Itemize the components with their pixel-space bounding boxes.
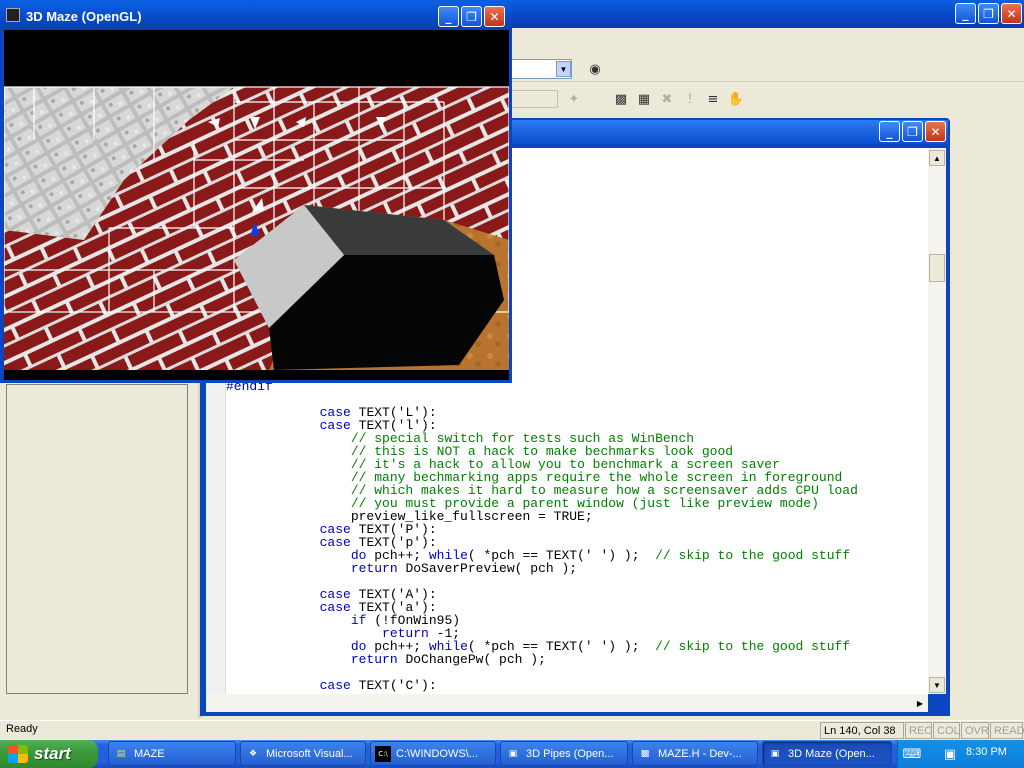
taskbar-item[interactable]: ❖ Microsoft Visual... [240,741,366,766]
editor-minimize-button[interactable]: _ [879,121,900,142]
stop-icon[interactable]: ✖ [657,89,677,109]
ide-disabled-combo [510,90,558,108]
compile-icon[interactable]: ▩ [611,89,631,109]
status-ovr: OVR [961,722,989,739]
editor-horizontal-scrollbar[interactable] [206,694,928,712]
code-token: DoSaverPreview( pch ); [397,561,578,576]
taskbar-item-label: MAZE [134,747,165,760]
taskbar-item-label: Microsoft Visual... [266,747,353,760]
workspace-tree[interactable] [6,384,188,694]
start-label: start [34,744,71,763]
taskbar-item-label: C:\WINDOWS\... [396,747,478,760]
ide-maximize-button[interactable]: ❐ [978,3,999,24]
maze-maximize-button[interactable]: ❐ [461,6,482,27]
command-prompt-icon: C:\ [375,745,391,762]
folder-icon: ▤ [116,748,126,759]
taskbar-item[interactable]: ▣ 3D Maze (Open... [762,741,892,766]
scroll-down-arrow-icon[interactable]: ▼ [929,677,945,693]
clock[interactable]: 8:30 PM [966,746,1007,758]
network-tray-icon[interactable]: ▣ [941,745,959,763]
ide-close-button[interactable]: ✕ [1001,3,1022,24]
dev-cpp-icon: ▩ [640,748,650,759]
start-button[interactable]: start [0,740,98,768]
taskbar-item-label: 3D Pipes (Open... [526,747,614,760]
status-position: Ln 140, Col 38 [820,722,904,739]
status-read: READ [990,722,1024,739]
combo-dropdown-arrow-icon[interactable]: ▼ [556,61,571,77]
code-line[interactable]: return DoChangePw( pch ); [226,653,546,666]
taskbar-item[interactable]: ▩ MAZE.H - Dev-... [632,741,758,766]
maze-app-icon[interactable] [6,8,20,22]
status-col: COL [933,722,960,739]
opengl-window-icon: ▣ [770,748,780,759]
windows-logo-icon [8,745,28,763]
scroll-up-arrow-icon[interactable]: ▲ [929,150,945,166]
code-line[interactable]: return DoSaverPreview( pch ); [226,562,577,575]
editor-close-button[interactable]: ✕ [925,121,946,142]
opengl-window-icon: ▣ [508,748,518,759]
keyboard-tray-icon[interactable]: ⌨ [903,745,922,763]
scroll-thumb[interactable] [929,254,945,282]
code-line[interactable]: case TEXT('C'): [226,679,437,692]
code-token: TEXT('C'): [350,678,437,693]
magic-wand-icon[interactable]: ✦ [564,89,584,109]
ide-minimize-button[interactable]: _ [955,3,976,24]
editor-vertical-scrollbar[interactable] [928,148,946,694]
taskbar-item[interactable]: ▤ MAZE [108,741,236,766]
scroll-right-arrow-icon[interactable]: ▶ [912,695,928,711]
taskbar-item[interactable]: ▣ 3D Pipes (Open... [500,741,628,766]
code-token: DoChangePw( pch ); [397,652,546,667]
taskbar-item-label: MAZE.H - Dev-... [658,747,742,760]
binoculars-icon[interactable]: ◉ [585,59,605,79]
maze-close-button[interactable]: ✕ [484,6,505,27]
code-comment: // skip to the good stuff [655,548,851,563]
maze-minimize-button[interactable]: _ [438,6,459,27]
exclamation-icon[interactable]: ! [680,89,700,109]
maze-viewport[interactable] [4,30,509,380]
maze-title-text: 3D Maze (OpenGL) [26,9,142,24]
editor-maximize-button[interactable]: ❐ [902,121,923,142]
code-keyword: return [350,652,398,667]
taskbar-item-label: 3D Maze (Open... [788,747,875,760]
code-keyword: case [319,678,351,693]
code-comment: // skip to the good stuff [655,639,851,654]
code-keyword: return [350,561,398,576]
status-rec: REC [905,722,932,739]
taskbar-item[interactable]: C:\ C:\WINDOWS\... [370,741,496,766]
maze-3d-scene [4,86,509,370]
build-grid-icon[interactable]: ▦ [634,89,654,109]
visual-studio-icon: ❖ [248,748,258,759]
status-ready-text: Ready [6,723,38,735]
hand-icon[interactable]: ✋ [726,89,746,109]
indent-icon[interactable]: ≡ [703,89,723,109]
